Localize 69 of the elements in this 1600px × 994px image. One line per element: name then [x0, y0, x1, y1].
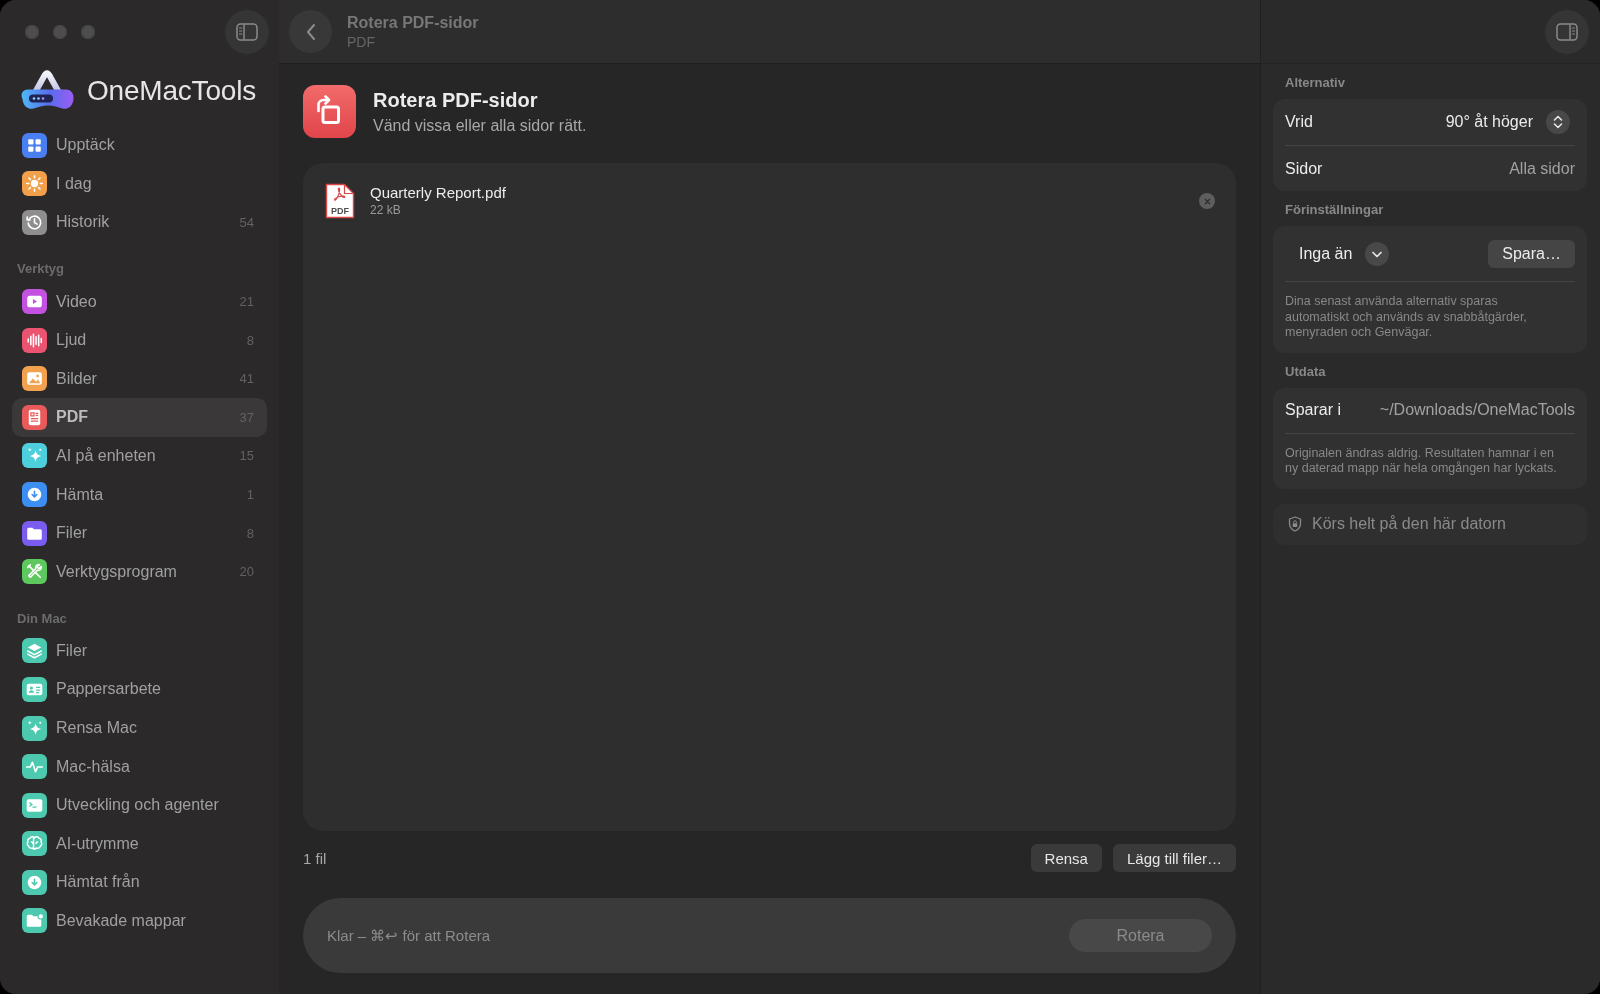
- app-name: OneMacTools: [87, 74, 256, 108]
- item-count: 15: [239, 448, 254, 464]
- file-type-label: PDF: [331, 205, 349, 216]
- section-header: Verktyg: [16, 260, 65, 279]
- item-count: 20: [239, 564, 254, 580]
- sidebar-item[interactable]: Mac-hälsa: [12, 747, 267, 786]
- sidebar-icon: [1556, 22, 1578, 41]
- remove-button[interactable]: [1199, 193, 1215, 209]
- row-label: Vrid: [1285, 113, 1313, 131]
- row-label: Sidor: [1285, 159, 1323, 178]
- privacy-text: Körs helt på den här datorn: [1312, 515, 1506, 533]
- file-count: 1 fil: [303, 849, 327, 867]
- item-count: 8: [246, 525, 254, 541]
- chevron-down-icon: [1365, 241, 1390, 266]
- window-zoom-button[interactable]: [81, 25, 95, 39]
- file-size: 22 kB: [370, 202, 402, 218]
- item-count: 1: [246, 487, 254, 503]
- window-title: Rotera PDF-sidor: [347, 12, 479, 33]
- section-header: Förinställningar: [1284, 201, 1385, 219]
- section-header: Din Mac: [16, 609, 68, 628]
- item-count: 41: [239, 371, 254, 387]
- status-text: Klar – ⌘↩ för att Rotera: [327, 926, 491, 945]
- help-text: Dina senast använda alternativ sparas automatiskt och används av snabbåtgärder, menyraden och Genvägar.: [1284, 293, 1528, 341]
- sidebar-item[interactable]: Ljud 8: [12, 320, 267, 360]
- sidebar-item[interactable]: Hämta 1: [12, 475, 267, 514]
- row-label: Sparar i: [1285, 401, 1342, 419]
- rotate-icon: [303, 85, 356, 138]
- sidebar-item[interactable]: Bilder 41: [12, 359, 267, 399]
- section-header: Utdata: [1284, 362, 1327, 381]
- help-text: Originalen ändras aldrig. Resultaten hamnar i en ny daterad mapp när hela omgången har lyckats.: [1284, 444, 1558, 477]
- sidebar-item[interactable]: AI på enheten 15: [12, 436, 267, 476]
- item-count: 8: [246, 332, 254, 348]
- window-subtitle: PDF: [347, 32, 376, 51]
- shield-icon: [1288, 516, 1302, 532]
- file-name: Quarterly Report.pdf: [370, 184, 506, 202]
- inspector-toggle-button[interactable]: [1545, 9, 1589, 54]
- clear-button[interactable]: Rensa: [1030, 844, 1102, 872]
- add-files-button[interactable]: Lägg till filer…: [1112, 844, 1236, 872]
- sidebar-item[interactable]: AI-utrymme: [12, 824, 267, 864]
- window-close-button[interactable]: [25, 25, 39, 39]
- updown-chevron-icon: [1546, 110, 1570, 134]
- sidebar-item[interactable]: Rensa Mac: [12, 708, 267, 748]
- close-icon: [1203, 197, 1211, 205]
- sidebar-item[interactable]: Bevakade mappar: [12, 901, 267, 941]
- sidebar-item[interactable]: Utveckling och agenter: [12, 785, 267, 825]
- sidebar-item[interactable]: Hämtat från: [12, 863, 267, 902]
- tool-description: Vänd vissa eller alla sidor rätt.: [373, 116, 587, 136]
- sidebar-item[interactable]: I dag: [12, 164, 267, 204]
- row-value: ~/Downloads/OneMacTools: [1379, 401, 1575, 419]
- sidebar-icon: [236, 23, 258, 41]
- row-value: Alla sidor: [1509, 159, 1575, 178]
- window-minimize-button[interactable]: [53, 25, 67, 39]
- sidebar-item[interactable]: Pappersarbete: [12, 670, 267, 709]
- sidebar-item[interactable]: Historik 54: [12, 203, 267, 242]
- sidebar-item[interactable]: Upptäck: [12, 126, 267, 165]
- dropdown-button[interactable]: Inga än: [1285, 241, 1390, 266]
- tool-title: Rotera PDF-sidor: [373, 88, 539, 112]
- sidebar-item[interactable]: Filer: [12, 631, 267, 671]
- item-count: 54: [239, 215, 254, 230]
- back-button[interactable]: [289, 10, 332, 53]
- dropdown-button[interactable]: 90° åt höger: [1445, 110, 1575, 134]
- item-count: 21: [239, 294, 254, 310]
- sidebar-toggle-button[interactable]: [225, 10, 269, 54]
- save-button[interactable]: Spara…: [1488, 239, 1575, 268]
- sidebar-item[interactable]: Video 21: [12, 282, 267, 321]
- section-header: Alternativ: [1284, 74, 1346, 92]
- chevron-left-icon: [305, 22, 316, 41]
- sidebar-item[interactable]: Verktygsprogram 20: [12, 552, 267, 592]
- sidebar-item[interactable]: Filer 8: [12, 513, 267, 553]
